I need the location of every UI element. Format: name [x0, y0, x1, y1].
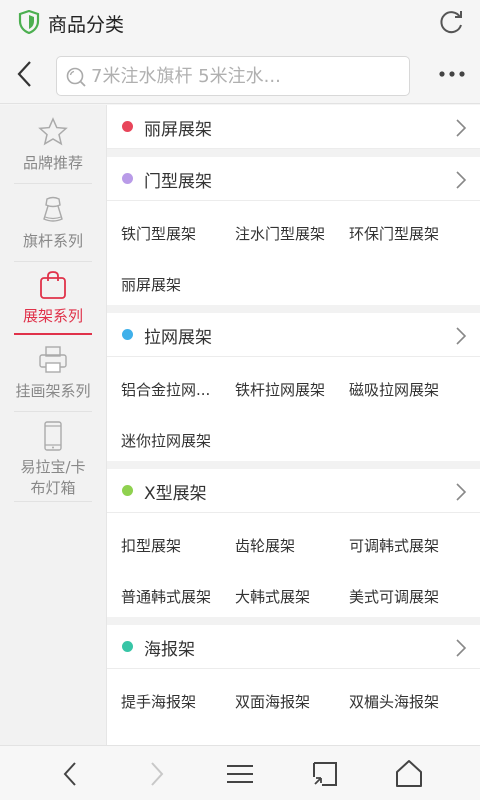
star-icon: [38, 117, 68, 146]
chevron-right-icon: [456, 171, 467, 189]
subcategory-link[interactable]: 齿轮展架: [235, 535, 295, 556]
bottom-toolbar: [0, 745, 480, 800]
section-gap: [107, 149, 480, 157]
search-icon: [66, 67, 86, 87]
subcategory-grid: 铁门型展架 注水门型展架 环保门型展架 丽屏展架: [107, 201, 480, 313]
sidebar-item-flagpole[interactable]: 旗杆系列: [14, 195, 92, 262]
subcategory-link[interactable]: 普通韩式展架: [121, 586, 211, 607]
section-title: 拉网展架: [144, 328, 212, 348]
subcategory-link[interactable]: 铁杆拉网展架: [235, 379, 325, 400]
subcategory-link[interactable]: 可调韩式展架: [349, 535, 439, 556]
back-icon[interactable]: [12, 58, 40, 90]
subcategory-link[interactable]: 扣型展架: [121, 535, 181, 556]
sidebar-item-display-stand[interactable]: 展架系列: [14, 270, 92, 335]
sidebar-item-label: 挂画架系列: [15, 382, 91, 400]
section-header[interactable]: X型展架: [107, 469, 480, 513]
sidebar-item-label: 旗杆系列: [22, 232, 83, 250]
divider: [14, 183, 92, 184]
more-options-icon[interactable]: [436, 62, 468, 86]
forward-arrow-icon[interactable]: [140, 758, 172, 790]
home-icon[interactable]: [393, 758, 425, 790]
sidebar-item-label: 品牌推荐: [22, 154, 83, 172]
category-dot-icon: [122, 173, 133, 184]
subcategory-link[interactable]: 丽屏展架: [121, 274, 181, 295]
category-dot-icon: [122, 329, 133, 340]
sidebar-item-label: 易拉宝/卡布灯箱: [20, 458, 86, 497]
category-dot-icon: [122, 641, 133, 652]
section-header[interactable]: 海报架: [107, 625, 480, 669]
section-header[interactable]: 丽屏展架: [107, 105, 480, 149]
sidebar-item-brand[interactable]: 品牌推荐: [14, 117, 92, 184]
sidebar-item-label: 展架系列: [22, 307, 83, 325]
shopping-bag-icon: [40, 271, 66, 299]
section-title: 丽屏展架: [144, 120, 212, 140]
category-content: 丽屏展架 门型展架 铁门型展架 注水门型展架 环保门型展架 丽屏展架 拉网展架 …: [107, 105, 480, 745]
section-poster-stand: 海报架 提手海报架 双面海报架 双楣头海报架: [107, 625, 480, 745]
subcategory-link[interactable]: 迷你拉网展架: [121, 430, 211, 451]
chevron-right-icon: [456, 327, 467, 345]
back-arrow-icon[interactable]: [55, 758, 87, 790]
divider: [14, 501, 92, 502]
subcategory-link[interactable]: 提手海报架: [121, 691, 196, 712]
chevron-right-icon: [456, 483, 467, 501]
category-dot-icon: [122, 121, 133, 132]
divider: [14, 411, 92, 412]
subcategory-link[interactable]: 铝合金拉网...: [121, 379, 210, 400]
subcategory-grid: 扣型展架 齿轮展架 可调韩式展架 普通韩式展架 大韩式展架 美式可调展架: [107, 513, 480, 625]
category-sidebar: 品牌推荐 旗杆系列 展架系列 挂画架系列 易拉宝/卡布灯箱: [0, 105, 107, 745]
nav-bar: [0, 44, 480, 104]
section-title: 门型展架: [144, 172, 212, 192]
sidebar-item-roll-up[interactable]: 易拉宝/卡布灯箱: [14, 421, 92, 502]
subcategory-link[interactable]: 环保门型展架: [349, 223, 439, 244]
subcategory-link[interactable]: 美式可调展架: [349, 586, 439, 607]
window-title: 商品分类: [48, 14, 125, 36]
section-header[interactable]: 拉网展架: [107, 313, 480, 357]
subcategory-link[interactable]: 铁门型展架: [121, 223, 196, 244]
subcategory-grid: 铝合金拉网... 铁杆拉网展架 磁吸拉网展架 迷你拉网展架: [107, 357, 480, 469]
flag-banner-icon: [43, 196, 63, 222]
section-header[interactable]: 门型展架: [107, 157, 480, 201]
section-x-type: X型展架 扣型展架 齿轮展架 可调韩式展架 普通韩式展架 大韩式展架 美式可调展…: [107, 469, 480, 625]
section-title: 海报架: [144, 640, 195, 660]
subcategory-grid: 提手海报架 双面海报架 双楣头海报架: [107, 669, 480, 745]
chevron-right-icon: [456, 639, 467, 657]
section-title: X型展架: [144, 484, 207, 504]
section-pull-net: 拉网展架 铝合金拉网... 铁杆拉网展架 磁吸拉网展架 迷你拉网展架: [107, 313, 480, 469]
subcategory-link[interactable]: 注水门型展架: [235, 223, 325, 244]
shield-icon: [18, 10, 40, 34]
divider: [14, 261, 92, 262]
active-indicator: [14, 333, 92, 335]
menu-icon[interactable]: [224, 758, 256, 790]
subcategory-link[interactable]: 双楣头海报架: [349, 691, 439, 712]
section-door-type: 门型展架 铁门型展架 注水门型展架 环保门型展架 丽屏展架: [107, 157, 480, 313]
subcategory-link[interactable]: 磁吸拉网展架: [349, 379, 439, 400]
category-dot-icon: [122, 485, 133, 496]
refresh-icon[interactable]: [438, 8, 466, 36]
section-liping: 丽屏展架: [107, 105, 480, 149]
subcategory-link[interactable]: 大韩式展架: [235, 586, 310, 607]
title-bar: 商品分类: [0, 0, 480, 44]
subcategory-link[interactable]: 双面海报架: [235, 691, 310, 712]
tabs-icon[interactable]: [309, 758, 341, 790]
chevron-right-icon: [456, 119, 467, 137]
search-input[interactable]: [91, 57, 401, 95]
phone-icon: [44, 421, 62, 451]
printer-icon: [39, 346, 67, 373]
search-box[interactable]: [56, 56, 410, 96]
sidebar-item-hanging-rack[interactable]: 挂画架系列: [14, 345, 92, 423]
